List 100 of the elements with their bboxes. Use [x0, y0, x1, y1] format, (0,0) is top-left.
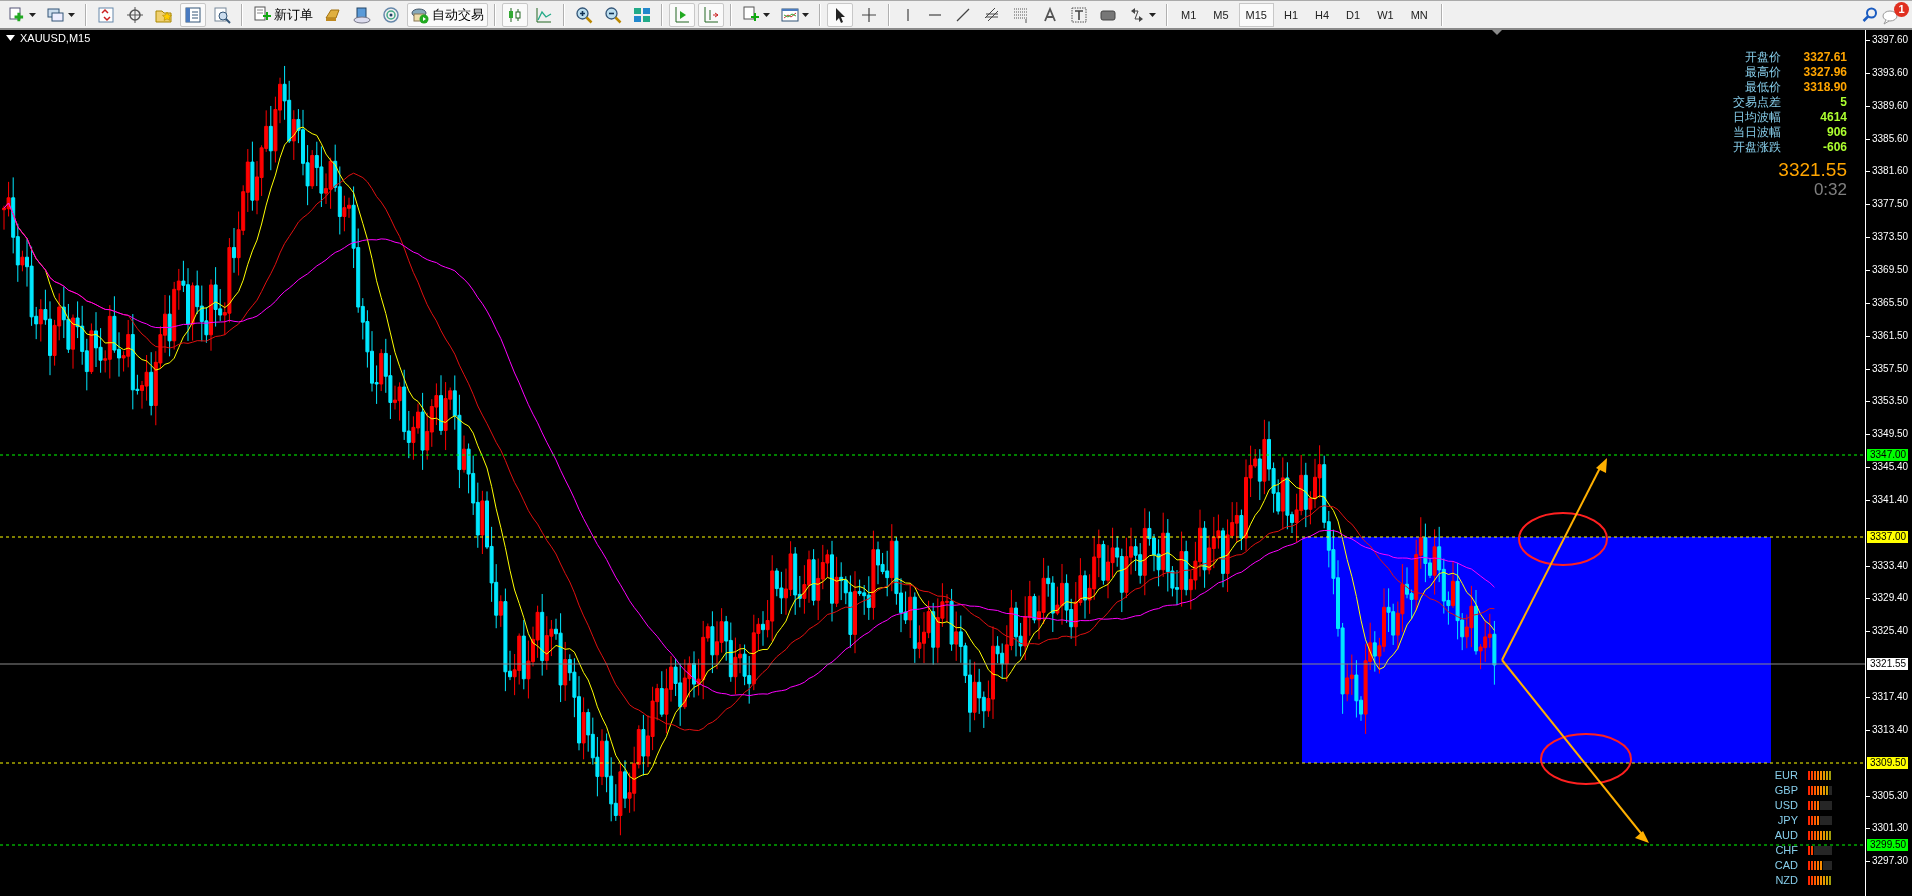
axis-label: 3361.50: [1872, 329, 1909, 342]
caret-icon: [802, 12, 809, 17]
line-chart-icon: [535, 5, 553, 24]
timeframe-tab[interactable]: D1: [1339, 2, 1368, 27]
axis-label: 3301.30: [1872, 822, 1909, 835]
dotted-lines-icon: [1012, 5, 1030, 24]
info-label: 最高价: [1744, 65, 1781, 80]
toolbar-button[interactable]: [827, 2, 853, 27]
axis-label: 3397.60: [1872, 34, 1909, 46]
currency-name: GBP: [1773, 783, 1798, 798]
panel-icon: [184, 5, 202, 24]
autotrading-button[interactable]: 自动交易: [407, 2, 488, 27]
timeframe-tab[interactable]: MN: [1403, 2, 1435, 27]
vertical-line-icon: [907, 8, 909, 21]
info-value: 3327.96: [1802, 65, 1847, 80]
axis-label: 3365.50: [1872, 296, 1909, 309]
axis-label: 3389.60: [1872, 99, 1909, 112]
chat-button[interactable]: 1: [1882, 3, 1906, 26]
info-value: 4614: [1819, 110, 1847, 125]
axis-label: 3393.60: [1872, 66, 1909, 79]
info-label: 交易点差: [1733, 95, 1781, 110]
currency-name: NZD: [1774, 873, 1798, 888]
zoom-in-icon: [575, 5, 593, 24]
notification-badge: 1: [1894, 1, 1909, 17]
info-label: 开盘涨跌: [1733, 140, 1781, 155]
axis-label: 3333.40: [1872, 559, 1909, 572]
currency-name: CAD: [1773, 858, 1798, 873]
triangle-marker-icon: [1492, 30, 1502, 35]
caret-icon: [68, 12, 75, 17]
axis-label: 3381.60: [1872, 165, 1909, 178]
axis-label: 3353.50: [1872, 395, 1909, 408]
info-label: 开盘价: [1744, 50, 1781, 65]
timeframe-tab[interactable]: H1: [1276, 2, 1306, 27]
info-value: 3327.61: [1802, 50, 1847, 65]
currency-name: AUD: [1773, 828, 1798, 843]
info-label: 最低价: [1744, 80, 1781, 95]
signal-icon: [382, 5, 400, 24]
axis-label: 3349.50: [1872, 428, 1909, 441]
candlestick-icon: [506, 5, 524, 24]
timeframe-tab[interactable]: H4: [1308, 2, 1337, 27]
search-icon[interactable]: [1861, 5, 1879, 24]
info-label: 当日波幅: [1733, 125, 1781, 140]
caret-icon: [29, 12, 36, 17]
bid-price-label: 3321.55: [1867, 658, 1909, 670]
axis-label: 3369.50: [1872, 263, 1909, 276]
timeframe-tab[interactable]: M15: [1238, 2, 1274, 27]
axis-label: 3377.50: [1872, 198, 1909, 211]
channel-icon: [983, 5, 1001, 24]
caret-icon: [1149, 12, 1156, 17]
document-plus-icon: [742, 5, 760, 24]
letter-icon: [1041, 5, 1059, 24]
document-plus-icon: [8, 5, 26, 24]
chat-bubble-icon: [1882, 8, 1900, 25]
axis-label: 3313.40: [1872, 723, 1909, 736]
document-plus-icon: [253, 5, 271, 24]
axis-label: 3305.30: [1872, 789, 1909, 802]
info-label: 日均波幅: [1733, 110, 1781, 125]
crosshair-icon: [860, 5, 878, 24]
axis-label: 3357.50: [1872, 362, 1909, 375]
axis-label: 3385.60: [1872, 132, 1909, 145]
price-level-label: 3337.00: [1867, 531, 1909, 543]
axis-arrow-icon: [673, 5, 691, 24]
text-box-icon: [1070, 5, 1088, 24]
grid-icon: [633, 5, 651, 24]
bar-timer: 0:32: [1812, 180, 1847, 199]
timeframe-tab[interactable]: M5: [1206, 2, 1236, 27]
currency-name: EUR: [1773, 768, 1798, 783]
magnifier-document-icon: [213, 5, 231, 24]
price-level-label: 3309.50: [1867, 757, 1909, 769]
axis-label: 3345.40: [1872, 461, 1909, 474]
timeframe-tab[interactable]: W1: [1370, 2, 1401, 27]
caret-icon: [763, 12, 770, 17]
axis-marker-icon: [702, 5, 720, 24]
axis-label: 3329.40: [1872, 592, 1909, 605]
new-order-button[interactable]: 新订单: [249, 2, 317, 27]
timeframe-tab[interactable]: M1: [1174, 2, 1204, 27]
currency-name: JPY: [1776, 813, 1798, 828]
currency-name: USD: [1773, 798, 1798, 813]
robot-play-icon: [411, 5, 429, 24]
windows-icon: [47, 5, 65, 24]
info-value: 3318.90: [1802, 80, 1847, 95]
info-value: -606: [1821, 140, 1847, 155]
axis-label: 3317.40: [1872, 691, 1909, 703]
triangle-down-icon[interactable]: [6, 35, 15, 41]
axis-label: 3325.40: [1872, 625, 1909, 638]
chart-window-icon: [781, 5, 799, 24]
info-value: 906: [1825, 125, 1847, 140]
chart-title: XAUUSD,M15: [20, 32, 91, 44]
axis-label: 3373.50: [1872, 231, 1909, 244]
price-list-icon: [97, 5, 115, 24]
info-value: 5: [1839, 95, 1847, 110]
axis-label: 3297.30: [1872, 855, 1909, 868]
crosshair-icon: [126, 5, 144, 24]
horizontal-line-icon: [929, 13, 941, 16]
current-price: 3321.55: [1777, 160, 1847, 180]
axis-label: 3341.40: [1872, 493, 1909, 506]
zoom-out-icon: [604, 5, 622, 24]
price-level-label: 3299.50: [1867, 839, 1909, 851]
price-level-label: 3347.00: [1867, 449, 1909, 461]
currency-name: CHF: [1774, 843, 1798, 858]
